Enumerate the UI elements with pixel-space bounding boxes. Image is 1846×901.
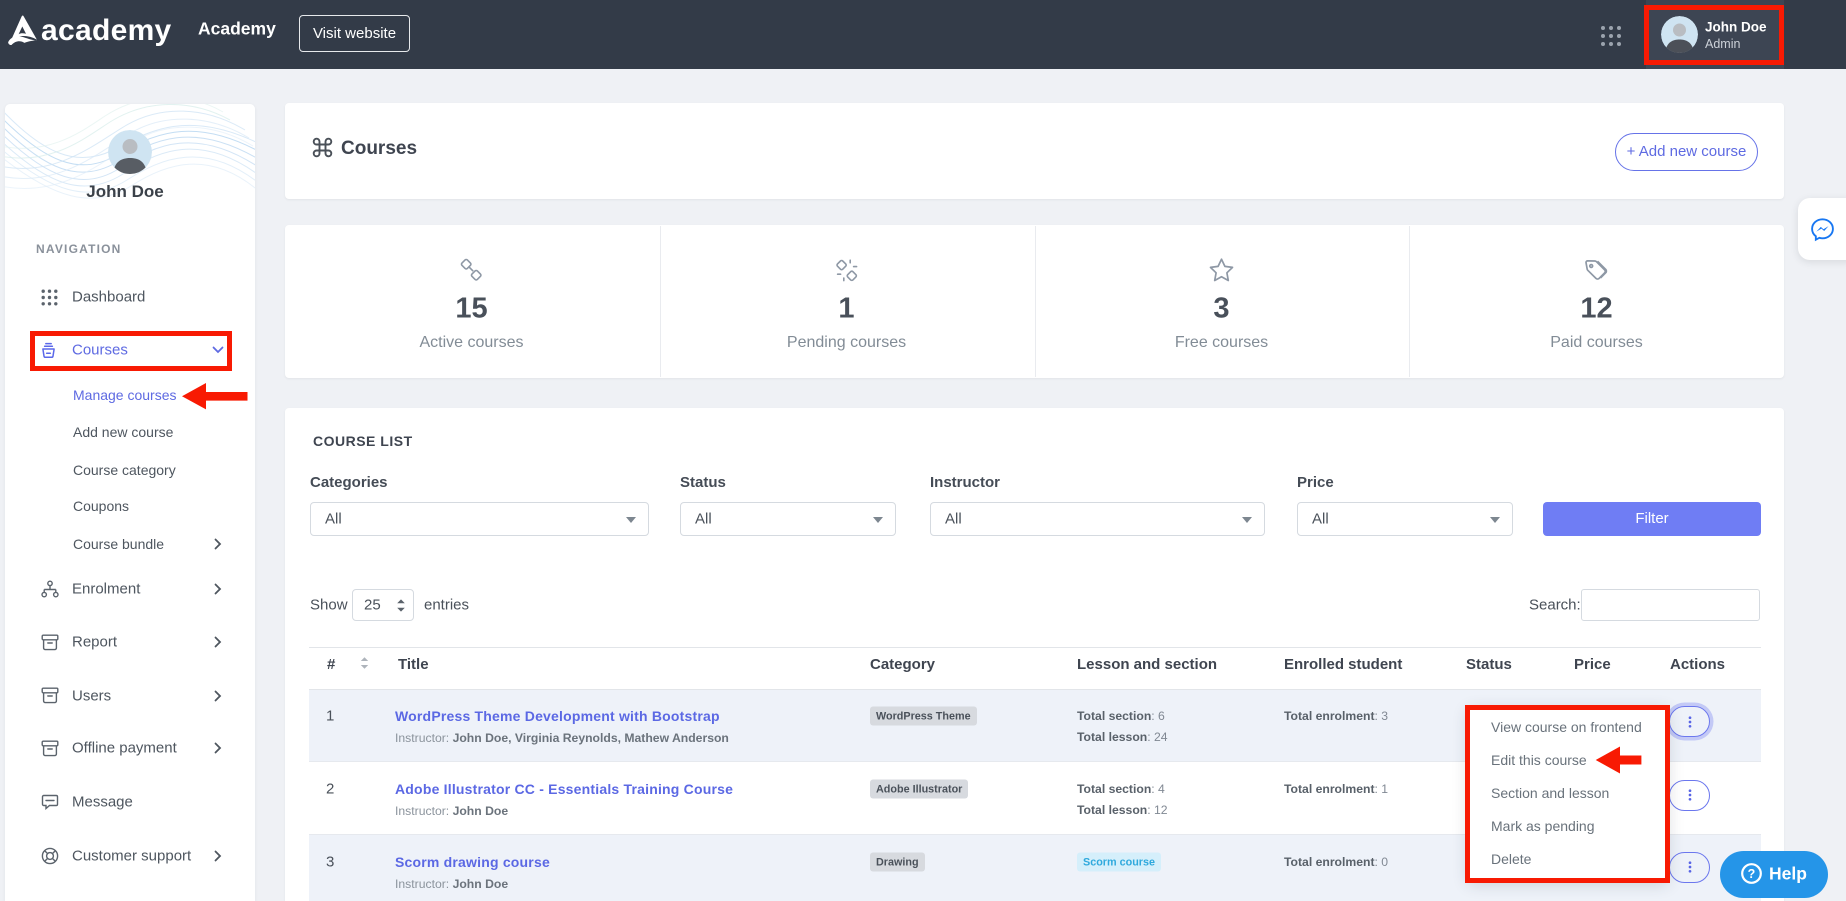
svg-text:?: ? (1748, 867, 1756, 881)
